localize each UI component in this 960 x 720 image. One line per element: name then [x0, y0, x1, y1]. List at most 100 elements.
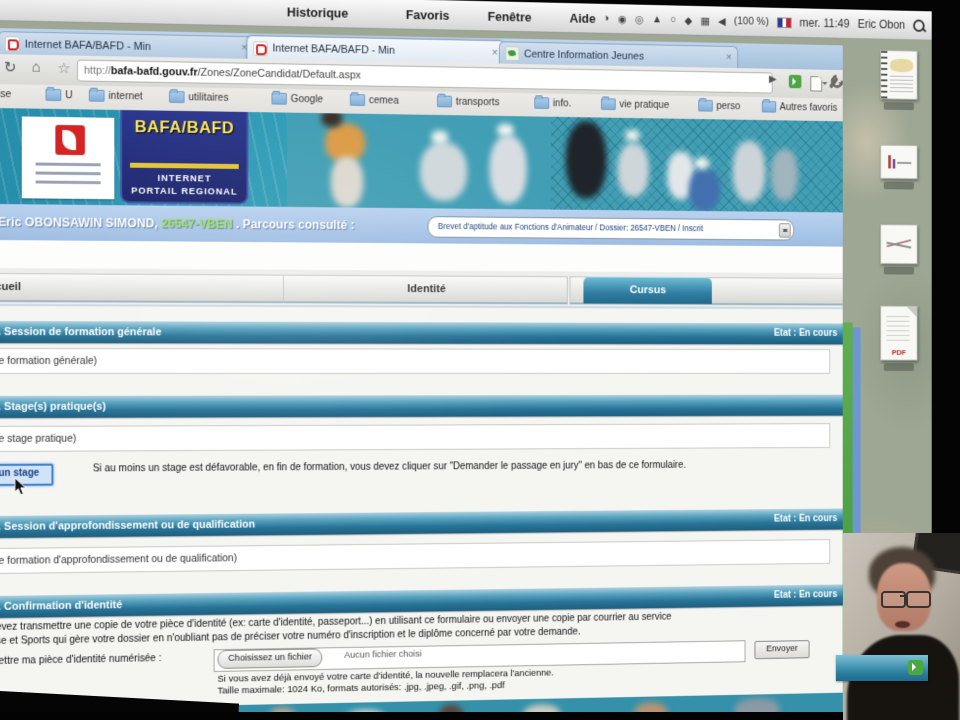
badge-subtitle-1: INTERNET — [157, 172, 212, 185]
chevron-down-icon — [838, 82, 843, 89]
webcam-overlay — [843, 533, 960, 720]
timemachine-icon[interactable]: ◎ — [635, 13, 644, 26]
user-code: 26547-VBEN — [161, 216, 233, 232]
banner-photo — [286, 112, 843, 213]
green-extension-icon — [908, 660, 923, 675]
menu-favoris[interactable]: Favoris — [406, 7, 450, 23]
tab-close-icon[interactable]: × — [492, 46, 498, 58]
parcours-select[interactable]: Brevet d'aptitude aux Fonctions d'Animat… — [427, 216, 795, 241]
bookmark-label: Google — [290, 93, 324, 106]
section-stages-pratiques-header: . Stage(s) pratique(s) — [0, 394, 843, 419]
republique-francaise-logo — [21, 116, 115, 200]
bookmark-star-icon[interactable]: ☆ — [57, 59, 70, 77]
desktop-file-label — [883, 102, 914, 111]
chevron-down-icon — [822, 82, 828, 88]
spotlight-icon[interactable] — [913, 18, 925, 32]
photo-frame-edge — [0, 712, 960, 720]
tab-identite[interactable]: Identité — [283, 274, 568, 305]
bookmark-folder[interactable]: utilitaires — [168, 90, 229, 104]
home-icon[interactable]: ⌂ — [32, 59, 41, 76]
bookmark-label: cemea — [368, 94, 399, 107]
tab-close-icon[interactable]: × — [726, 52, 732, 64]
glasses-bridge — [900, 595, 906, 597]
bookmark-label: U — [65, 89, 73, 102]
bookmark-folder[interactable]: transports — [436, 95, 500, 109]
pdf-label: PDF — [891, 348, 906, 357]
user-name: Eric OBONSAWIN SIMOND, — [0, 215, 158, 231]
sync-icon[interactable]: ○ — [670, 14, 676, 26]
bookmark-folder[interactable]: cemea — [349, 94, 399, 107]
bookmark-label: ise — [0, 88, 12, 101]
bookmark-label: transports — [455, 95, 500, 109]
sidebar-toggle-icon[interactable]: ▶ — [769, 72, 777, 85]
keychain-icon[interactable]: ◆ — [684, 14, 692, 27]
badge-gold-stripe — [129, 162, 239, 169]
airport-icon[interactable]: ◉ — [618, 12, 627, 25]
upload-label: mettre ma pièce d'identité numérisée : — [0, 653, 162, 668]
page-menu-icon[interactable] — [810, 76, 823, 92]
bookmark-folder[interactable]: Google — [271, 92, 324, 106]
bookmark-folder[interactable]: info. — [534, 97, 571, 109]
bookmark-folder[interactable]: vie pratique — [600, 98, 670, 111]
other-bookmarks-folder[interactable]: Autres favoris — [761, 100, 837, 114]
tab-title: Centre Information Jeunes — [524, 48, 644, 62]
parcours-selected-value: Brevet d'aptitude aux Fonctions d'Animat… — [437, 221, 703, 234]
user-menu[interactable]: Eric Obon — [858, 17, 906, 31]
bluetooth-icon[interactable]: ◑ — [603, 13, 609, 25]
folder-icon — [88, 89, 105, 102]
bafa-favicon — [253, 40, 268, 56]
tab-cursus-active[interactable]: Cursus — [583, 276, 712, 304]
volume-icon[interactable]: ◀ — [718, 15, 726, 28]
desktop-file-icon[interactable] — [880, 144, 918, 190]
bookmark-folder[interactable]: internet — [88, 89, 143, 102]
battery-status[interactable]: (100 %) — [734, 15, 769, 27]
cij-favicon — [505, 46, 520, 62]
select-stepper-icon[interactable] — [778, 223, 791, 238]
status-badge: Etat : En cours — [773, 513, 838, 525]
bookmark-folder[interactable]: perso — [698, 99, 740, 112]
desktop-pdf-icon[interactable]: PDF — [880, 305, 918, 371]
desktop-file-icon[interactable] — [880, 49, 918, 111]
menu-fenetre[interactable]: Fenêtre — [488, 9, 532, 24]
reload-icon[interactable]: ↻ — [4, 58, 16, 76]
input-language-flag-icon[interactable] — [776, 16, 792, 28]
mouse-cursor — [14, 477, 27, 496]
choose-file-button[interactable]: Choisissez un fichier — [217, 648, 323, 669]
url-path: /Zones/ZoneCandidat/Default.aspx — [197, 66, 361, 82]
extension-icon[interactable] — [788, 74, 802, 89]
section-formation-generale-header: . Session de formation générale Etat : E… — [0, 320, 843, 345]
bookmark-label: utilitaires — [188, 91, 229, 104]
bookmark-label: vie pratique — [619, 98, 670, 111]
section-title: . Confirmation d'identité — [0, 599, 123, 613]
folder-icon — [436, 95, 453, 108]
section-approfondissement-header: . Session d'approfondissement ou de qual… — [0, 508, 843, 539]
stage-jury-note: Si au moins un stage est défavorable, en… — [92, 460, 686, 475]
menu-aide[interactable]: Aide — [570, 11, 596, 26]
desktop-file-icon[interactable] — [880, 224, 918, 275]
section-title: . Session d'approfondissement ou de qual… — [0, 518, 256, 533]
bookmark-label: info. — [552, 97, 572, 110]
tab-title: Internet BAFA/BAFD - Min — [272, 42, 395, 57]
site-banner: BAFA/BAFD INTERNET PORTAIL REGIONAL — [0, 108, 843, 213]
status-badge: Etat : En cours — [773, 589, 838, 601]
folder-icon — [534, 97, 550, 109]
formation-generale-empty-row: (e formation générale) — [0, 347, 831, 375]
notebook-icon — [881, 50, 888, 99]
desktop-file-label — [883, 363, 914, 371]
webpage: BAFA/BAFD INTERNET PORTAIL REGIONAL Eric… — [0, 108, 843, 720]
menu-historique[interactable]: Historique — [287, 5, 348, 21]
page-tab-navigation: cueil Identité Cursus — [0, 268, 843, 315]
eject-icon[interactable]: ▲ — [652, 14, 662, 26]
bookmark-folder[interactable]: U — [45, 88, 73, 102]
tab-accueil[interactable]: cueil — [0, 272, 289, 304]
person-mouth — [895, 621, 910, 628]
bafa-favicon — [4, 36, 20, 52]
bookmark-item[interactable]: ise — [0, 88, 11, 100]
send-button[interactable]: Envoyer — [754, 640, 810, 660]
folder-icon — [698, 99, 713, 112]
stage-pratique-empty-row: (e stage pratique) — [0, 423, 831, 453]
desktop-file-label — [883, 266, 914, 275]
menubar-clock[interactable]: mer. 11:49 — [799, 16, 849, 30]
section-title: . Session de formation générale — [0, 326, 162, 339]
displays-icon[interactable]: ▦ — [700, 14, 709, 27]
